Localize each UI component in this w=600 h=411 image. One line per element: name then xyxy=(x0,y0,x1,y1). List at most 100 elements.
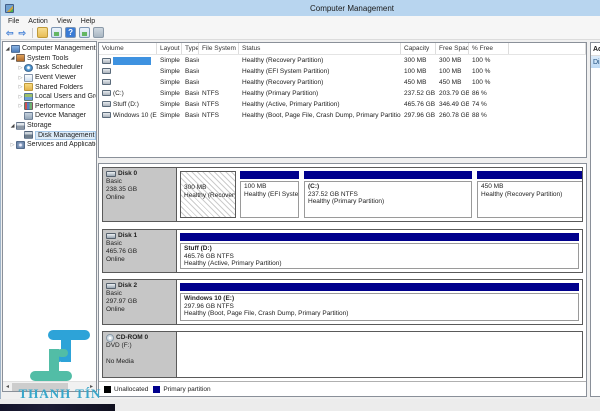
thanh-tin-logo-icon xyxy=(30,330,90,381)
column-header-pct-free[interactable]: % Free xyxy=(469,43,509,54)
disk-2-partitions: Windows 10 (E:) 297.96 GB NTFS Healthy (… xyxy=(177,280,582,324)
volume-name-highlight xyxy=(113,56,151,65)
volume-row[interactable]: Simple Basic Healthy (EFI System Partiti… xyxy=(99,66,586,77)
tree-item-performance[interactable]: Performance xyxy=(3,102,96,112)
action-icon[interactable] xyxy=(93,27,105,38)
cdrom-media-area xyxy=(177,332,582,377)
tree-item-shared-folders[interactable]: Shared Folders xyxy=(3,82,96,92)
title-bar: Computer Management xyxy=(1,0,600,16)
column-header-file-system[interactable]: File System xyxy=(199,43,239,54)
volume-row[interactable]: Simple Basic Healthy (Recovery Partition… xyxy=(99,77,586,88)
device-manager-icon xyxy=(24,111,33,120)
partition-recovery-300mb[interactable]: 300 MB Healthy (Recovery Partitio xyxy=(180,171,236,218)
menu-help[interactable]: Help xyxy=(81,18,95,25)
primary-partition-bar xyxy=(240,171,299,179)
disk-icon xyxy=(106,233,116,239)
drive-icon xyxy=(102,57,111,64)
properties-window-icon[interactable] xyxy=(51,27,63,38)
disk-1-row: Disk 1 Basic 465.76 GB Online Stuff (D:)… xyxy=(102,229,583,273)
primary-partition-swatch xyxy=(153,385,161,393)
tree-item-event-viewer[interactable]: Event Viewer xyxy=(3,73,96,83)
partition-recovery-450mb[interactable]: 450 MB Healthy (Recovery Partition) xyxy=(476,170,582,219)
partition-efi-100mb[interactable]: 100 MB Healthy (EFI System xyxy=(239,170,300,219)
disk-1-partitions: Stuff (D:) 465.76 GB NTFS Healthy (Activ… xyxy=(177,230,582,272)
taskbar-fragment xyxy=(0,404,115,411)
system-tools-icon xyxy=(16,54,25,63)
tree-item-system-tools[interactable]: System Tools xyxy=(3,54,96,64)
expand-arrow-icon[interactable] xyxy=(4,46,11,52)
back-arrow-icon[interactable]: ⇦ xyxy=(6,28,14,38)
menu-bar: File Action View Help xyxy=(1,16,600,26)
menu-view[interactable]: View xyxy=(57,18,72,25)
toolbar: ⇦ ⇨ ? xyxy=(1,26,600,40)
volume-list-header: Volume Layout Type File System Status Ca… xyxy=(99,43,586,55)
window-title: Computer Management xyxy=(309,3,395,13)
collapse-arrow-icon[interactable] xyxy=(9,142,16,148)
disk-1-info[interactable]: Disk 1 Basic 465.76 GB Online xyxy=(103,230,177,272)
column-header-type[interactable]: Type xyxy=(182,43,199,54)
volume-row[interactable]: (C:) Simple Basic NTFS Healthy (Primary … xyxy=(99,88,586,99)
disk-icon xyxy=(106,283,116,289)
actions-panel: Actions Disk Management xyxy=(590,42,600,397)
column-header-filler xyxy=(509,43,586,54)
expand-arrow-icon[interactable] xyxy=(9,55,16,61)
disk-graphical-panel: Disk 0 Basic 238.35 GB Online 300 MB Hea… xyxy=(98,163,587,397)
partition-stuff-d[interactable]: Stuff (D:) 465.76 GB NTFS Healthy (Activ… xyxy=(179,232,580,270)
actions-disk-management-item[interactable]: Disk Management xyxy=(591,56,600,68)
toolbar-separator xyxy=(32,27,34,38)
drive-icon xyxy=(102,68,111,75)
primary-partition-bar xyxy=(477,171,582,179)
column-header-capacity[interactable]: Capacity xyxy=(401,43,436,54)
show-console-tree-icon[interactable] xyxy=(37,27,49,38)
drive-icon xyxy=(102,90,111,97)
drive-icon xyxy=(102,79,111,86)
tree-item-storage[interactable]: Storage xyxy=(3,121,96,131)
expand-arrow-icon[interactable] xyxy=(9,123,16,129)
help-icon[interactable]: ? xyxy=(65,27,77,38)
console-window-icon[interactable] xyxy=(79,27,91,38)
column-header-volume[interactable]: Volume xyxy=(99,43,157,54)
primary-partition-bar xyxy=(304,171,472,179)
drive-icon xyxy=(102,101,111,108)
actions-panel-title: Actions xyxy=(591,43,600,56)
tree-item-computer-management[interactable]: Computer Management (Local xyxy=(3,44,96,54)
tree-item-disk-management[interactable]: Disk Management xyxy=(3,130,96,140)
computer-icon xyxy=(11,44,20,53)
drive-icon xyxy=(102,112,111,119)
disk-0-info[interactable]: Disk 0 Basic 238.35 GB Online xyxy=(103,168,177,221)
legend-unallocated-label: Unallocated xyxy=(114,385,149,393)
volume-row[interactable]: Stuff (D:) Simple Basic NTFS Healthy (Ac… xyxy=(99,99,586,110)
volume-list-panel: Volume Layout Type File System Status Ca… xyxy=(98,42,587,158)
partition-c-drive[interactable]: (C:) 237.52 GB NTFS Healthy (Primary Par… xyxy=(303,170,473,219)
performance-icon xyxy=(24,102,33,111)
collapse-arrow-icon[interactable] xyxy=(17,75,24,81)
tree-item-local-users-groups[interactable]: Local Users and Groups xyxy=(3,92,96,102)
volume-row[interactable]: Windows 10 (E:) Simple Basic NTFS Health… xyxy=(99,110,586,121)
watermark-text: THANH TÍN xyxy=(18,386,102,401)
column-header-layout[interactable]: Layout xyxy=(157,43,182,54)
thanh-tin-watermark: THANH TÍN xyxy=(4,329,116,402)
forward-arrow-icon[interactable]: ⇨ xyxy=(19,28,27,38)
disk-2-info[interactable]: Disk 2 Basic 297.97 GB Online xyxy=(103,280,177,324)
column-header-status[interactable]: Status xyxy=(239,43,401,54)
collapse-arrow-icon[interactable] xyxy=(17,94,24,100)
menu-file[interactable]: File xyxy=(8,18,19,25)
collapse-arrow-icon[interactable] xyxy=(17,103,24,109)
collapse-arrow-icon[interactable] xyxy=(17,65,24,71)
disk-0-partitions: 300 MB Healthy (Recovery Partitio 100 MB… xyxy=(177,168,582,221)
storage-icon xyxy=(16,121,25,130)
shared-folders-icon xyxy=(24,83,33,92)
app-icon xyxy=(5,3,14,13)
menu-action[interactable]: Action xyxy=(28,18,47,25)
collapse-arrow-icon[interactable] xyxy=(17,84,24,90)
tree-item-services-applications[interactable]: Services and Applications xyxy=(3,140,96,150)
volume-row[interactable]: Simple Basic Healthy (Recovery Partition… xyxy=(99,55,586,66)
tree-item-task-scheduler[interactable]: Task Scheduler xyxy=(3,63,96,73)
local-users-groups-icon xyxy=(24,92,33,101)
event-viewer-icon xyxy=(24,73,33,82)
disk-management-icon xyxy=(24,131,33,140)
partition-windows-10-e[interactable]: Windows 10 (E:) 297.96 GB NTFS Healthy (… xyxy=(179,282,580,322)
tree-item-device-manager[interactable]: Device Manager xyxy=(3,111,96,121)
column-header-free-space[interactable]: Free Space xyxy=(436,43,469,54)
primary-partition-bar xyxy=(180,233,579,241)
